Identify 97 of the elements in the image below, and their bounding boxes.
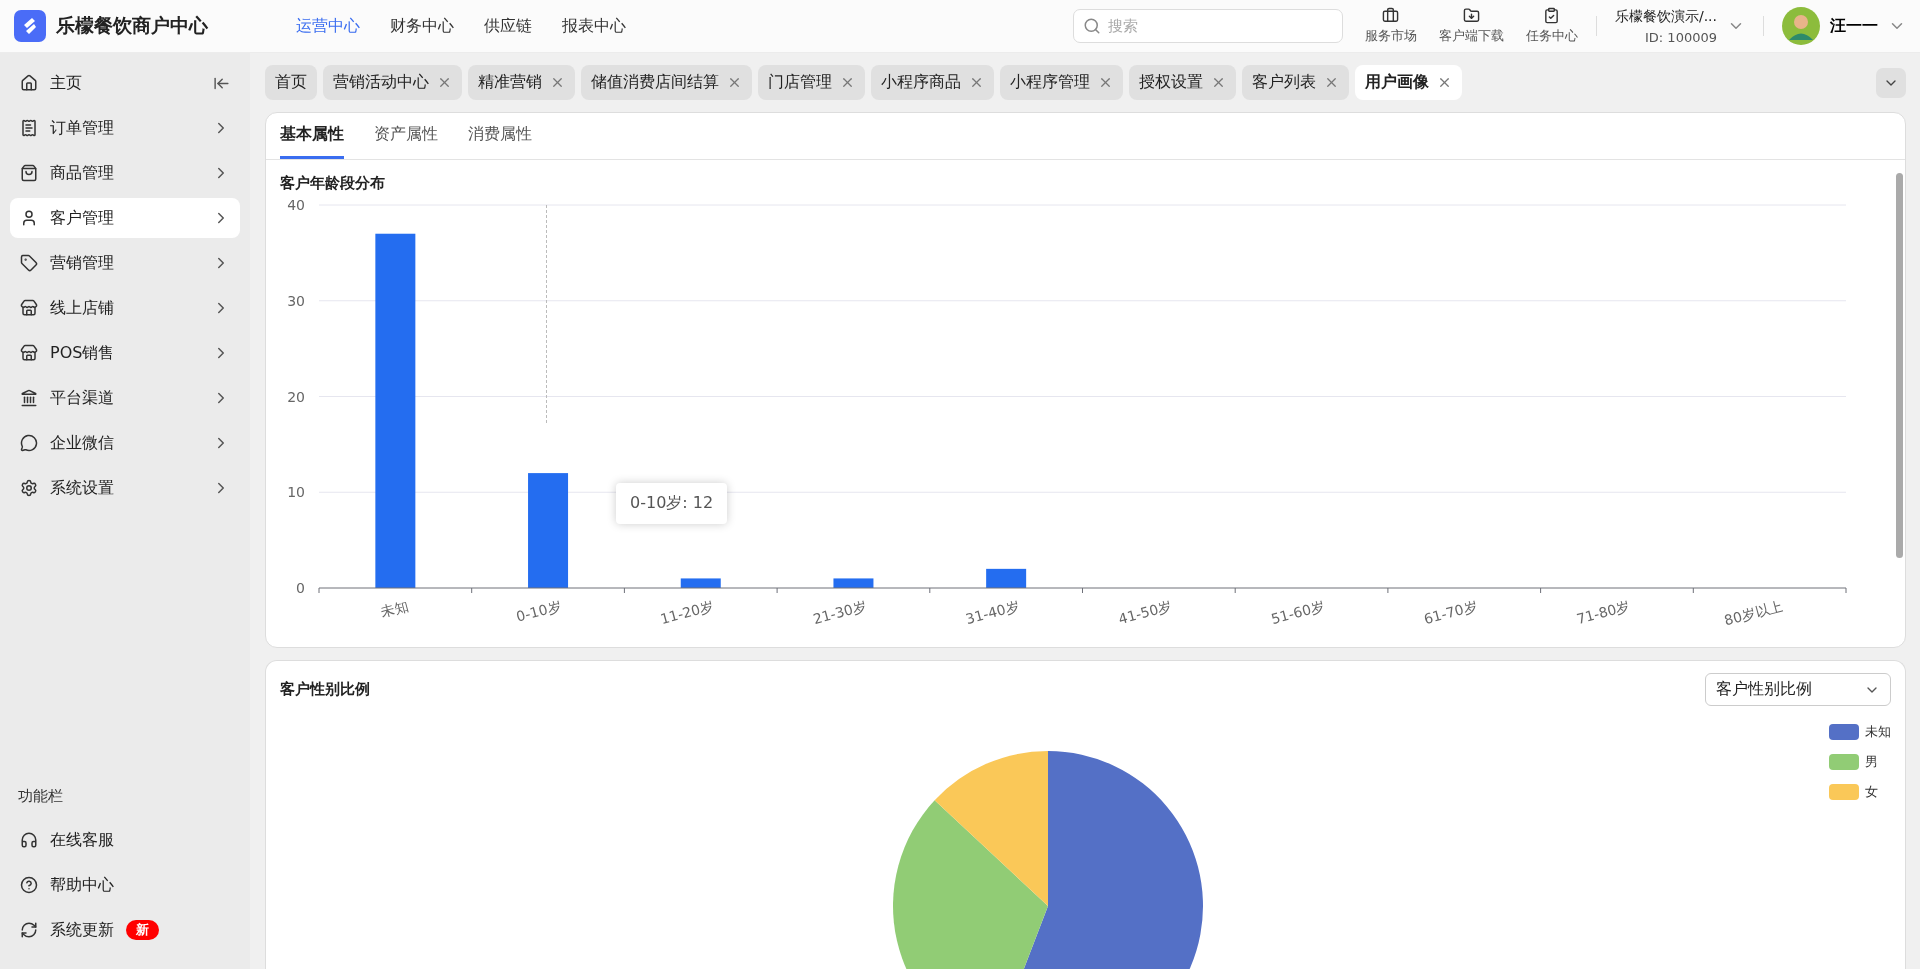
x-tick-label: 31-40岁: [963, 597, 1021, 628]
y-tick-label: 20: [287, 388, 305, 405]
sidebar-item[interactable]: 系统更新 新: [10, 910, 240, 950]
refresh-icon: [20, 921, 38, 939]
store-icon: [20, 344, 38, 362]
clipboard-check-icon: [1543, 7, 1561, 24]
user-menu[interactable]: 汪一一: [1782, 7, 1906, 45]
sidebar-item[interactable]: 营销管理: [10, 243, 240, 283]
bank-icon: [20, 389, 38, 407]
legend-swatch[interactable]: [1829, 784, 1859, 800]
bar: [986, 568, 1027, 588]
tag-icon: [20, 254, 38, 272]
new-badge: 新: [126, 920, 159, 940]
close-icon[interactable]: [1437, 75, 1452, 90]
x-tick-label: 0-10岁: [514, 597, 563, 625]
sub-tab[interactable]: 消费属性: [468, 113, 532, 159]
legend-label[interactable]: 未知: [1865, 723, 1891, 741]
x-tick-label: 11-20岁: [658, 597, 716, 628]
home-icon: [20, 74, 38, 92]
sidebar-item[interactable]: 客户管理: [10, 198, 240, 238]
sidebar-item[interactable]: 企业微信: [10, 423, 240, 463]
toolbar-button[interactable]: 任务中心: [1525, 7, 1578, 45]
store-switcher[interactable]: 乐檬餐饮演示/... ID: 100009: [1614, 7, 1745, 45]
settings-icon: [20, 479, 38, 497]
top-nav-link[interactable]: 报表中心: [562, 15, 626, 37]
store-icon: [20, 299, 38, 317]
close-icon[interactable]: [1211, 75, 1226, 90]
page-tab[interactable]: 小程序管理: [1000, 65, 1123, 100]
sidebar-item[interactable]: 订单管理: [10, 108, 240, 148]
briefcase-icon: [1382, 7, 1400, 24]
top-nav-link[interactable]: 运营中心: [296, 15, 360, 37]
page-tab[interactable]: 首页: [265, 65, 317, 100]
close-icon[interactable]: [1324, 75, 1339, 90]
top-nav-link[interactable]: 供应链: [484, 15, 532, 37]
page-tab[interactable]: 授权设置: [1129, 65, 1236, 100]
y-tick-label: 30: [287, 292, 305, 309]
x-tick-label: 71-80岁: [1574, 597, 1632, 628]
avatar-icon: [1782, 7, 1820, 45]
top-nav-link[interactable]: 财务中心: [390, 15, 454, 37]
close-icon[interactable]: [550, 75, 565, 90]
app-title: 乐檬餐饮商户中心: [56, 13, 209, 38]
legend-swatch[interactable]: [1829, 724, 1859, 740]
legend-swatch[interactable]: [1829, 754, 1859, 770]
sidebar-item[interactable]: 在线客服: [10, 820, 240, 860]
sidebar-item[interactable]: POS销售: [10, 333, 240, 373]
page-tab[interactable]: 精准营销: [468, 65, 575, 100]
headset-icon: [20, 831, 38, 849]
chart-select[interactable]: 客户性别比例: [1705, 673, 1891, 706]
chart-title: 客户年龄段分布: [279, 173, 386, 193]
sidebar-item[interactable]: 平台渠道: [10, 378, 240, 418]
scrollbar[interactable]: [1896, 173, 1903, 558]
x-tick-label: 51-60岁: [1269, 597, 1327, 628]
close-icon[interactable]: [840, 75, 855, 90]
bag-icon: [20, 164, 38, 182]
section-title: 功能栏: [17, 787, 64, 806]
help-icon: [20, 876, 38, 894]
sidebar-item[interactable]: 商品管理: [10, 153, 240, 193]
sidebar-item[interactable]: 系统设置: [10, 468, 240, 508]
legend-label[interactable]: 男: [1865, 753, 1878, 771]
close-icon[interactable]: [727, 75, 742, 90]
page-tab[interactable]: 营销活动中心: [323, 65, 462, 100]
folder-download-icon: [1462, 7, 1480, 24]
search-field[interactable]: 搜索: [1072, 9, 1343, 43]
page-tab[interactable]: 用户画像: [1355, 65, 1462, 100]
page-tab[interactable]: 门店管理: [758, 65, 865, 100]
tabs-menu-button[interactable]: [1876, 67, 1906, 98]
app-logo: [14, 10, 46, 42]
sub-tab[interactable]: 基本属性: [280, 113, 344, 159]
bar: [680, 578, 721, 588]
x-tick-label: 41-50岁: [1116, 597, 1174, 628]
search-icon: [1082, 17, 1101, 35]
toolbar-button[interactable]: 服务市场: [1364, 7, 1417, 45]
toolbar-button[interactable]: 客户端下载: [1438, 7, 1504, 45]
chart-tooltip: 0-10岁: 12: [616, 483, 728, 524]
sidebar-item[interactable]: 帮助中心: [10, 865, 240, 905]
x-tick-label: 61-70岁: [1422, 597, 1480, 628]
page-tab[interactable]: 客户列表: [1242, 65, 1349, 100]
chart-title: 客户性别比例: [280, 680, 370, 699]
x-tick-label: 80岁以上: [1722, 597, 1785, 629]
close-icon[interactable]: [437, 75, 452, 90]
sidebar-item[interactable]: 线上店铺: [10, 288, 240, 328]
close-icon[interactable]: [969, 75, 984, 90]
page-tab[interactable]: 储值消费店间结算: [581, 65, 752, 100]
close-icon[interactable]: [1098, 75, 1113, 90]
user-icon: [20, 209, 38, 227]
sub-tab[interactable]: 资产属性: [374, 113, 438, 159]
chat-icon: [20, 434, 38, 452]
x-tick-label: 21-30岁: [811, 597, 869, 628]
y-tick-label: 0: [296, 580, 305, 596]
legend-label[interactable]: 女: [1865, 783, 1878, 801]
page-tab[interactable]: 小程序商品: [871, 65, 994, 100]
x-tick-label: 未知: [378, 597, 411, 621]
receipt-icon: [20, 119, 38, 137]
bar: [833, 578, 874, 588]
y-tick-label: 40: [287, 197, 305, 213]
sidebar-item[interactable]: 主页: [10, 63, 240, 103]
y-tick-label: 10: [287, 484, 305, 501]
